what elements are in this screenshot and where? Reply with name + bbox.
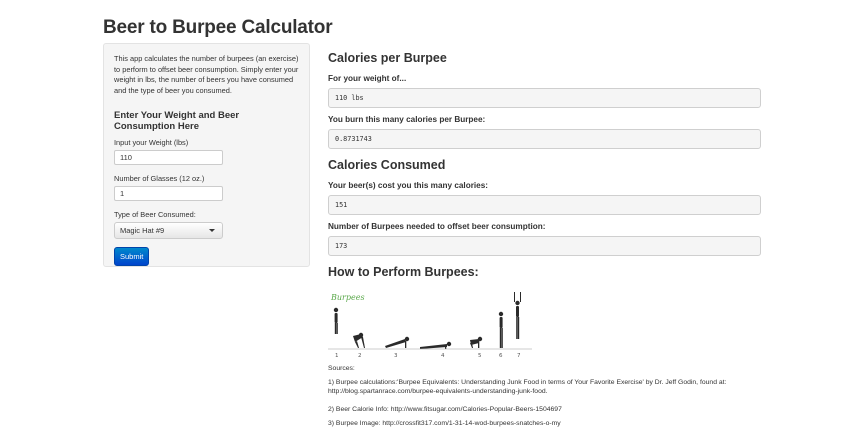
step-number: 1	[335, 353, 339, 359]
burpee-figure-5	[470, 336, 483, 348]
sources-label: Sources:	[328, 365, 355, 372]
source-3: 3) Burpee Image: http://crossfit317.com/…	[328, 420, 561, 427]
burpee-illustration: Burpees 1 2 3 4 5 6 7	[328, 292, 532, 359]
burpee-figure-2	[353, 332, 365, 348]
submit-button[interactable]: Submit	[114, 247, 150, 266]
app-description: This app calculates the number of burpee…	[114, 54, 299, 95]
step-number: 2	[358, 353, 362, 359]
glasses-input[interactable]: 1	[114, 186, 223, 201]
beer-cost-label: Your beer(s) cost you this many calories…	[328, 181, 489, 190]
step-number: 7	[517, 353, 521, 359]
beer-type-selected-value: Magic Hat #9	[120, 226, 165, 235]
burpees-needed-label: Number of Burpees needed to offset beer …	[328, 222, 546, 231]
source-1: 1) Burpee calculations:'Burpee Equivalen…	[328, 379, 727, 395]
beer-type-select[interactable]: Magic Hat #9	[114, 222, 223, 239]
app-title: Beer to Burpee Calculator	[103, 17, 333, 38]
weight-label: Input your Weight (lbs)	[114, 138, 189, 147]
burpees-needed-output: 173	[328, 236, 761, 256]
weight-output: 110 lbs	[328, 88, 761, 108]
step-number: 4	[441, 353, 445, 359]
sidebar-panel: This app calculates the number of burpee…	[103, 43, 310, 267]
step-number: 5	[478, 353, 482, 359]
calories-per-burpee-heading: Calories per Burpee	[328, 51, 447, 65]
burpee-image-caption: Burpees	[330, 293, 365, 302]
chevron-down-icon	[209, 229, 215, 232]
how-to-heading: How to Perform Burpees:	[328, 265, 479, 279]
burn-output: 0.8731743	[328, 129, 761, 149]
burpee-figure-3	[385, 336, 410, 348]
step-number: 3	[394, 353, 398, 359]
calories-consumed-heading: Calories Consumed	[328, 158, 446, 172]
step-number: 6	[499, 353, 503, 359]
burpee-figure-1	[333, 307, 339, 334]
beer-type-label: Type of Beer Consumed:	[114, 210, 196, 219]
burpee-figure-6	[498, 311, 504, 348]
weight-input[interactable]: 110	[114, 150, 223, 165]
burn-label: You burn this many calories per Burpee:	[328, 115, 486, 124]
source-2: 2) Beer Calorie Info: http://www.fitsuga…	[328, 406, 562, 413]
input-section-heading: Enter Your Weight and Beer Consumption H…	[114, 110, 240, 132]
burpee-figure-4	[420, 341, 452, 349]
weight-output-label: For your weight of...	[328, 74, 407, 83]
beer-cost-output: 151	[328, 195, 761, 215]
glasses-label: Number of Glasses (12 oz.)	[114, 174, 205, 183]
burpee-figure-7	[514, 292, 521, 339]
